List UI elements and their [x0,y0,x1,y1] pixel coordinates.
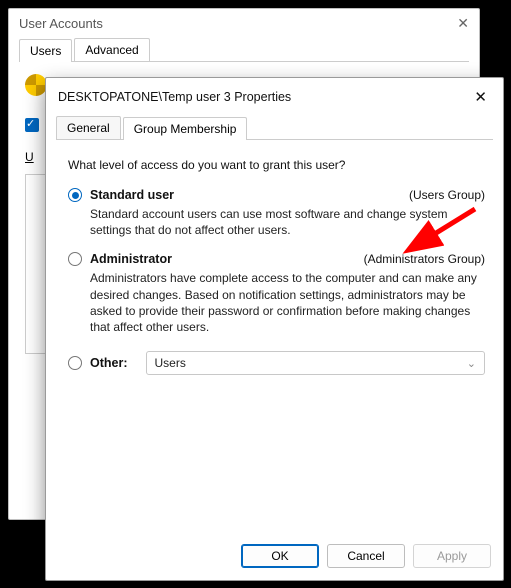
tab-general[interactable]: General [56,116,121,139]
close-icon[interactable]: ✕ [468,86,493,108]
radio-admin[interactable] [68,252,82,266]
ok-button[interactable]: OK [241,544,319,568]
front-title-text: DESKTOPATONE\Temp user 3 Properties [58,90,291,104]
front-titlebar: DESKTOPATONE\Temp user 3 Properties ✕ [46,78,503,116]
group-admin: (Administrators Group) [364,252,485,266]
shield-icon [25,74,47,96]
group-standard: (Users Group) [409,188,485,202]
desc-standard: Standard account users can use most soft… [90,206,485,238]
bg-users-label: U [25,150,34,164]
tab-group-membership[interactable]: Group Membership [123,117,248,140]
front-content: What level of access do you want to gran… [46,140,503,534]
apply-button: Apply [413,544,491,568]
bg-tabs: Users Advanced [9,38,479,62]
radio-standard[interactable] [68,188,82,202]
front-tabs: General Group Membership [56,116,493,140]
chevron-down-icon: ⌄ [467,357,476,370]
option-standard: Standard user (Users Group) Standard acc… [68,188,485,238]
option-admin: Administrator (Administrators Group) Adm… [68,252,485,335]
bg-tab-advanced[interactable]: Advanced [74,38,149,61]
desc-admin: Administrators have complete access to t… [90,270,485,335]
bg-titlebar: User Accounts ✕ [9,9,479,38]
bg-title-text: User Accounts [19,16,103,31]
bg-checkbox[interactable] [25,118,39,132]
label-standard: Standard user [90,188,174,202]
dialog-buttons: OK Cancel Apply [46,534,503,580]
option-other: Other: Users ⌄ [68,351,485,375]
access-question: What level of access do you want to gran… [68,158,485,172]
cancel-button[interactable]: Cancel [327,544,405,568]
radio-other[interactable] [68,356,82,370]
other-select-value: Users [155,356,186,370]
properties-dialog: DESKTOPATONE\Temp user 3 Properties ✕ Ge… [45,77,504,581]
bg-tab-users[interactable]: Users [19,39,72,62]
close-icon[interactable]: ✕ [457,15,469,32]
label-admin: Administrator [90,252,172,266]
other-select[interactable]: Users ⌄ [146,351,486,375]
label-other: Other: [90,356,128,370]
